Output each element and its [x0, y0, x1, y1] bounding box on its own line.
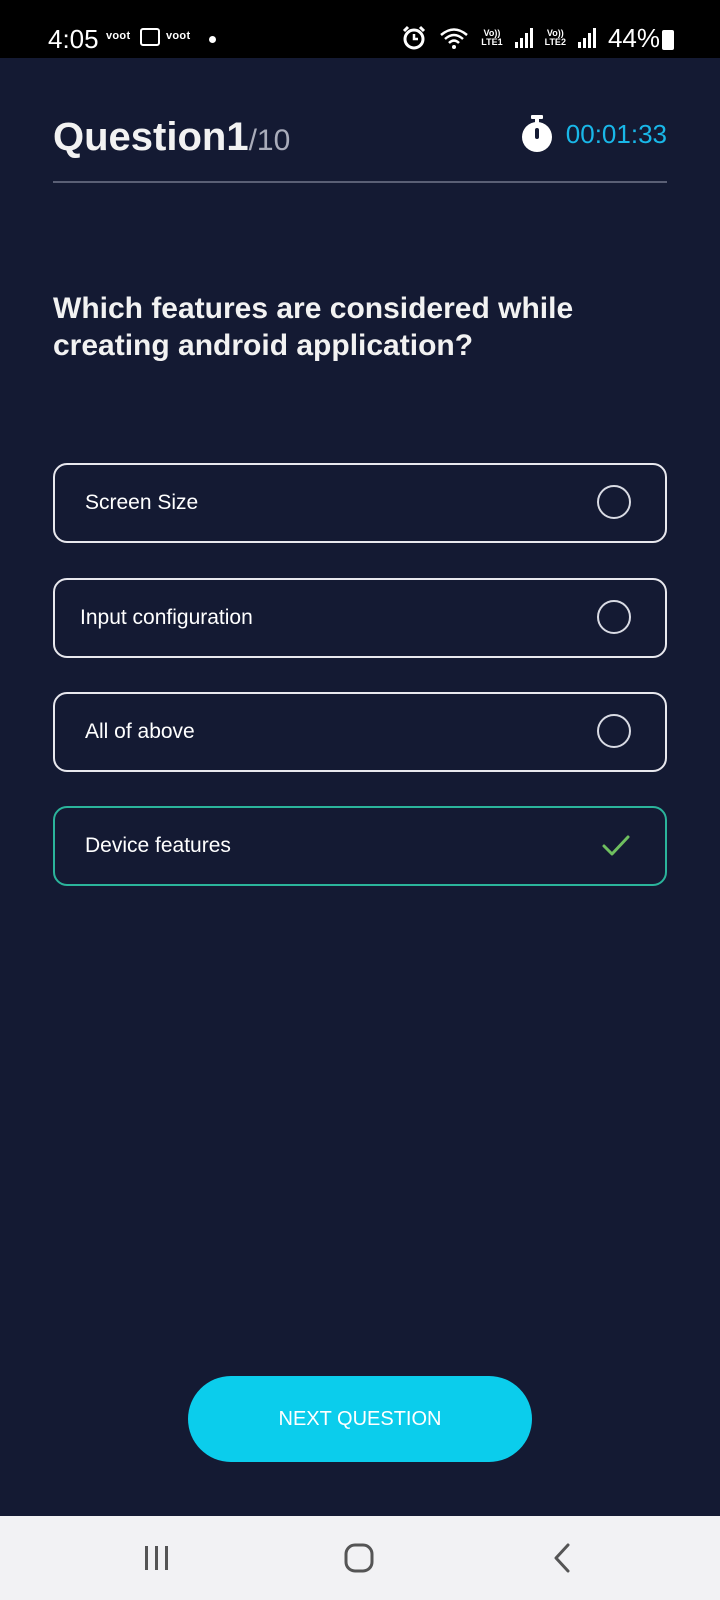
home-button[interactable] [314, 1516, 404, 1600]
voot-notification-icon: voot [106, 30, 131, 42]
network-1-label: Vo)) LTE1 [481, 28, 503, 47]
option-device-features[interactable]: Device features [53, 806, 667, 886]
status-time: 4:05 [48, 24, 99, 54]
stopwatch-icon [521, 115, 552, 152]
quiz-header: Question1/10 00:01:33 [53, 115, 667, 183]
option-label: Device features [85, 834, 231, 857]
voot-notification-icon-2: voot [166, 30, 191, 42]
next-question-button[interactable]: NEXT QUESTION [188, 1376, 532, 1462]
timer-value: 00:01:33 [565, 118, 667, 149]
option-label: Input configuration [80, 606, 253, 629]
option-label: All of above [85, 720, 195, 743]
question-number: Question1 [53, 115, 249, 159]
battery-percent: 44% [607, 22, 660, 53]
radio-circle-icon [597, 714, 631, 748]
home-icon [344, 1543, 374, 1573]
status-icons: Vo)) LTE1 Vo)) LTE2 44% [401, 22, 660, 54]
checkmark-icon [602, 835, 630, 856]
signal-1-icon [514, 28, 533, 48]
recent-apps-icon [145, 1546, 168, 1570]
option-label: Screen Size [85, 491, 199, 514]
radio-circle-icon [597, 600, 631, 634]
option-input-configuration[interactable]: Input configuration [53, 578, 667, 658]
option-screen-size[interactable]: Screen Size [53, 463, 667, 543]
more-notifications-dot-icon [209, 36, 216, 43]
wifi-icon [440, 28, 469, 49]
signal-2-icon [577, 28, 596, 48]
back-button[interactable] [517, 1516, 607, 1600]
question-counter: Question1/10 [53, 115, 290, 160]
quiz-timer: 00:01:33 [520, 115, 667, 153]
question-text: Which features are considered while crea… [53, 292, 574, 362]
recent-apps-button[interactable] [112, 1516, 202, 1600]
status-bar: 4:05 voot voot Vo)) LTE1 Vo)) LTE2 44% [0, 0, 720, 58]
battery-charging-icon [662, 30, 674, 50]
question-total: /10 [248, 124, 291, 157]
system-nav-bar [0, 1516, 720, 1600]
option-all-of-above[interactable]: All of above [53, 692, 667, 772]
image-notification-icon [140, 28, 160, 46]
alarm-icon [403, 25, 426, 50]
radio-circle-icon [597, 485, 631, 519]
network-2-label: Vo)) LTE2 [544, 28, 566, 47]
back-icon [554, 1543, 570, 1573]
